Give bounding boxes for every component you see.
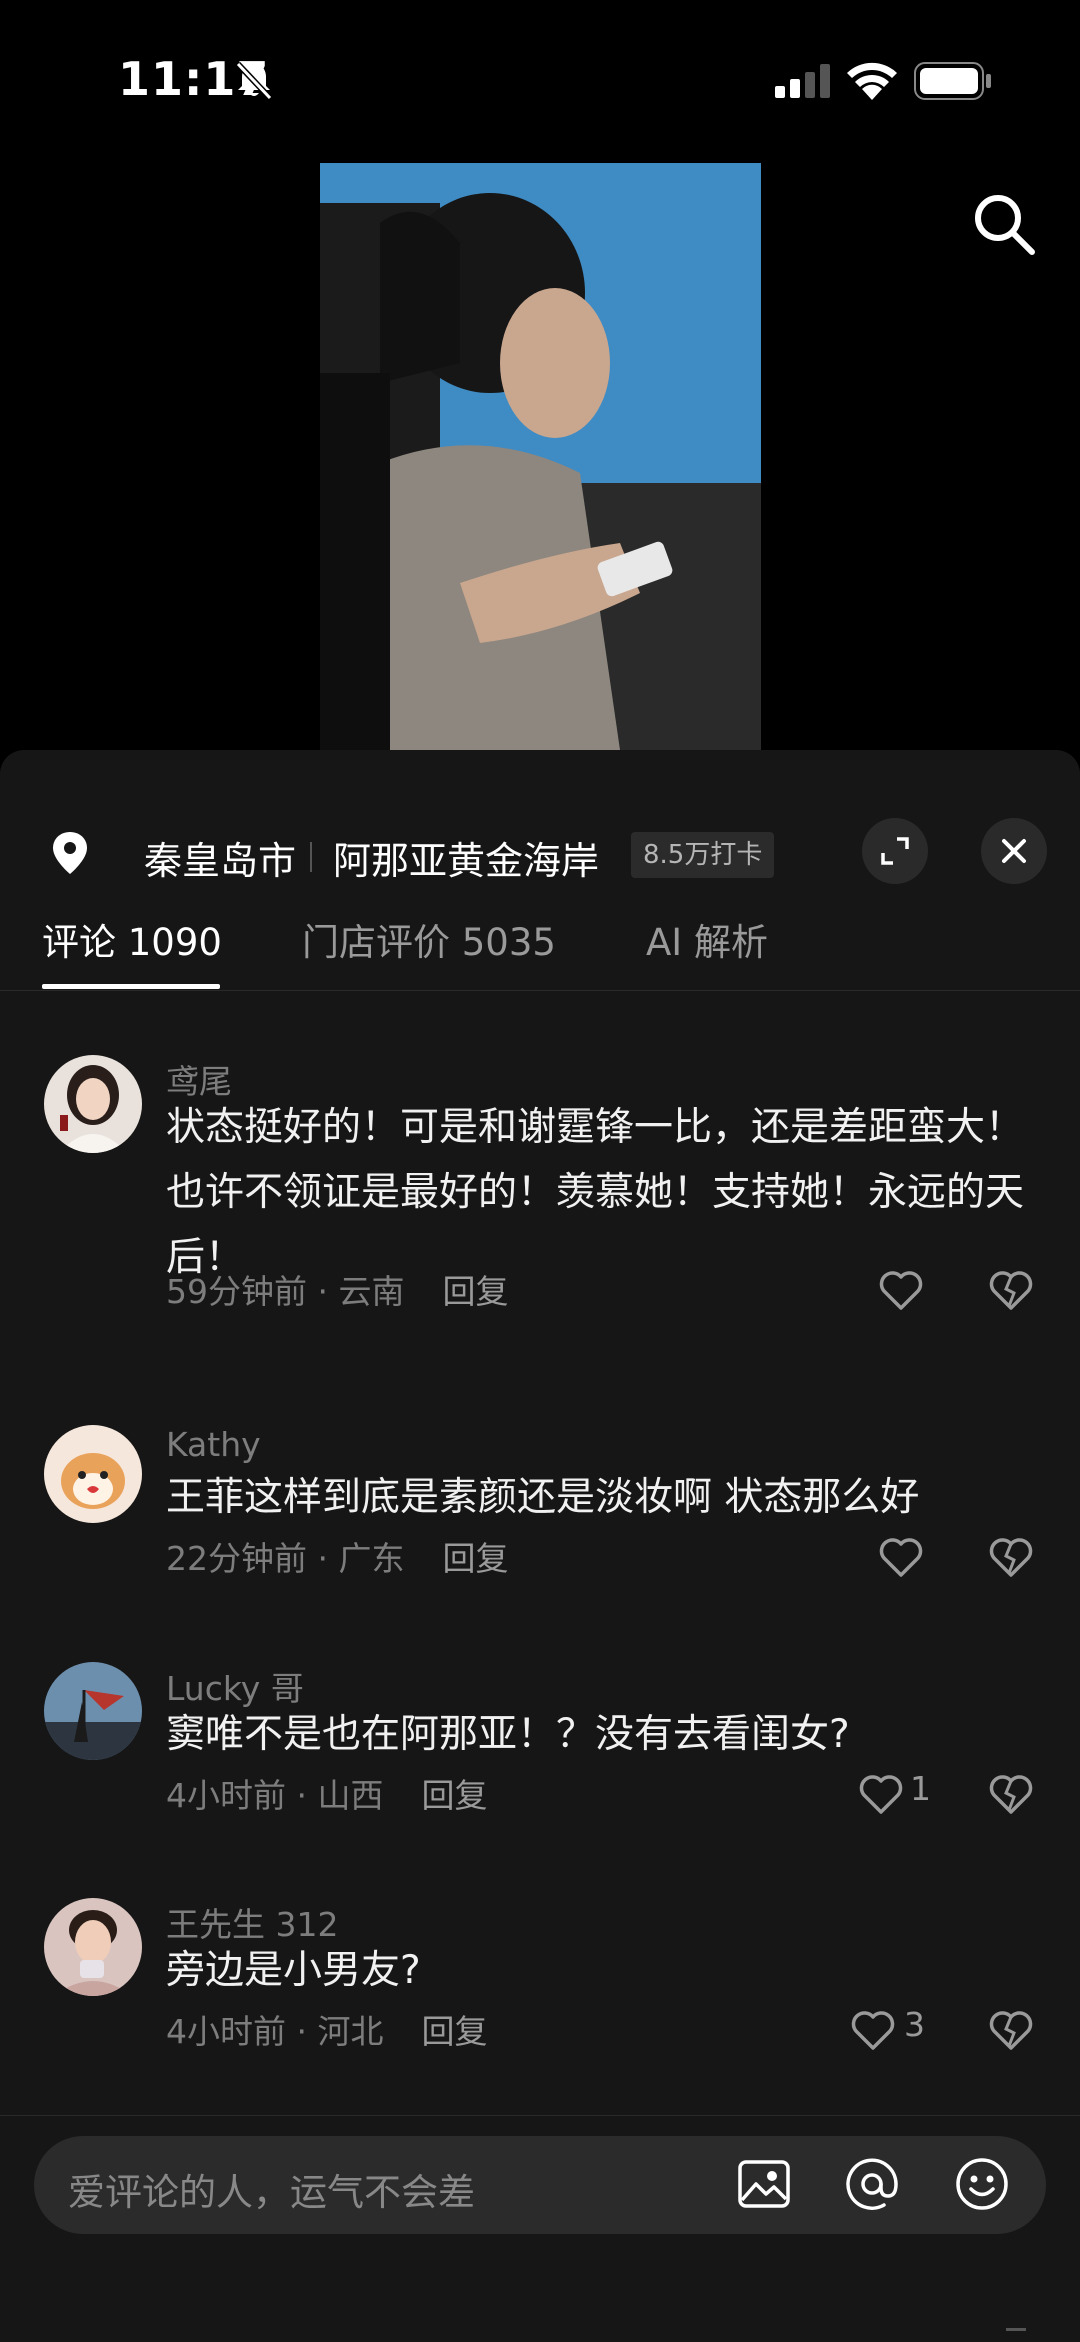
expand-button[interactable] [862, 818, 928, 884]
like-count: 3 [904, 2005, 925, 2044]
heart-icon[interactable] [878, 1269, 924, 1311]
tab-bar: 评论 1090 门店评价 5035 AI 解析 [0, 900, 1080, 991]
bell-muted-icon [235, 61, 273, 101]
tab-comments[interactable]: 评论 1090 [42, 912, 222, 966]
comment-text: 状态挺好的！可是和谢霆锋一比，还是差距蛮大！也许不领证是最好的！羡慕她！支持她！… [166, 1105, 1025, 1280]
avatar[interactable] [44, 1898, 142, 1996]
reply-button[interactable]: 回复 [442, 1272, 508, 1311]
wifi-icon [847, 62, 897, 100]
avatar[interactable] [44, 1662, 142, 1760]
location-pin-icon [53, 832, 87, 874]
comment-text: 旁边是小男友? [166, 1948, 421, 1993]
mention-icon[interactable] [842, 2154, 902, 2214]
heart-icon[interactable] [850, 2009, 896, 2051]
broken-heart-icon[interactable] [988, 1269, 1034, 1311]
checkin-count-badge: 8.5万打卡 [631, 832, 775, 878]
comment-text: 窦唯不是也在阿那亚！？没有去看闺女? [166, 1712, 850, 1757]
broken-heart-icon[interactable] [988, 2009, 1034, 2051]
location-place: 阿那亚黄金海岸 [333, 839, 600, 883]
comment-username[interactable]: Kathy [166, 1425, 261, 1464]
reply-button[interactable]: 回复 [442, 1539, 508, 1578]
emoji-icon[interactable] [952, 2154, 1012, 2214]
like-count: 1 [910, 1769, 931, 1808]
tab-store-reviews[interactable]: 门店评价 5035 [302, 912, 556, 966]
search-icon[interactable] [970, 190, 1038, 258]
active-tab-indicator [42, 984, 220, 989]
close-button[interactable] [981, 818, 1047, 884]
cellular-signal-icon [775, 64, 830, 98]
comment-time-location: 59分钟前 · 云南 [166, 1272, 405, 1311]
comment-input[interactable]: 爱评论的人，运气不会差 [34, 2136, 1046, 2234]
comment-input-placeholder: 爱评论的人，运气不会差 [68, 2171, 475, 2214]
heart-icon[interactable] [858, 1773, 904, 1815]
expand-icon [881, 837, 909, 865]
tab-ai-analysis[interactable]: AI 解析 [646, 912, 768, 966]
avatar[interactable] [44, 1425, 142, 1523]
avatar[interactable] [44, 1055, 142, 1153]
location-city: 秦皇岛市 [144, 839, 297, 883]
broken-heart-icon[interactable] [988, 1536, 1034, 1578]
comment-text: 王菲这样到底是素颜还是淡妆啊 状态那么好 [166, 1475, 920, 1520]
reply-button[interactable]: 回复 [421, 1776, 487, 1815]
battery-icon [914, 62, 991, 100]
image-icon[interactable] [734, 2154, 794, 2214]
comment-time-location: 4小时前 · 山西 [166, 1776, 384, 1815]
comment-meta: 4小时前 · 河北 回复 [166, 2005, 487, 2053]
location-separator [310, 842, 312, 872]
close-icon [1002, 839, 1026, 863]
video-player[interactable] [320, 163, 761, 750]
status-bar: 11:17 [0, 0, 1080, 160]
comment-input-bar: 爱评论的人，运气不会差 [0, 2115, 1080, 2342]
reply-button[interactable]: 回复 [421, 2012, 487, 2051]
video-frame [320, 163, 761, 750]
location-row[interactable]: 秦皇岛市 阿那亚黄金海岸 8.5万打卡 [0, 790, 1080, 890]
heart-icon[interactable] [878, 1536, 924, 1578]
comment-time-location: 4小时前 · 河北 [166, 2012, 384, 2051]
comment-meta: 22分钟前 · 广东 回复 [166, 1532, 508, 1580]
comment-meta: 59分钟前 · 云南 回复 [166, 1265, 508, 1313]
comment-time-location: 22分钟前 · 广东 [166, 1539, 405, 1578]
broken-heart-icon[interactable] [988, 1773, 1034, 1815]
comments-sheet: 秦皇岛市 阿那亚黄金海岸 8.5万打卡 评论 1090 门店评价 5035 AI… [0, 750, 1080, 2341]
comment-meta: 4小时前 · 山西 回复 [166, 1769, 487, 1817]
home-indicator [1006, 2328, 1026, 2331]
